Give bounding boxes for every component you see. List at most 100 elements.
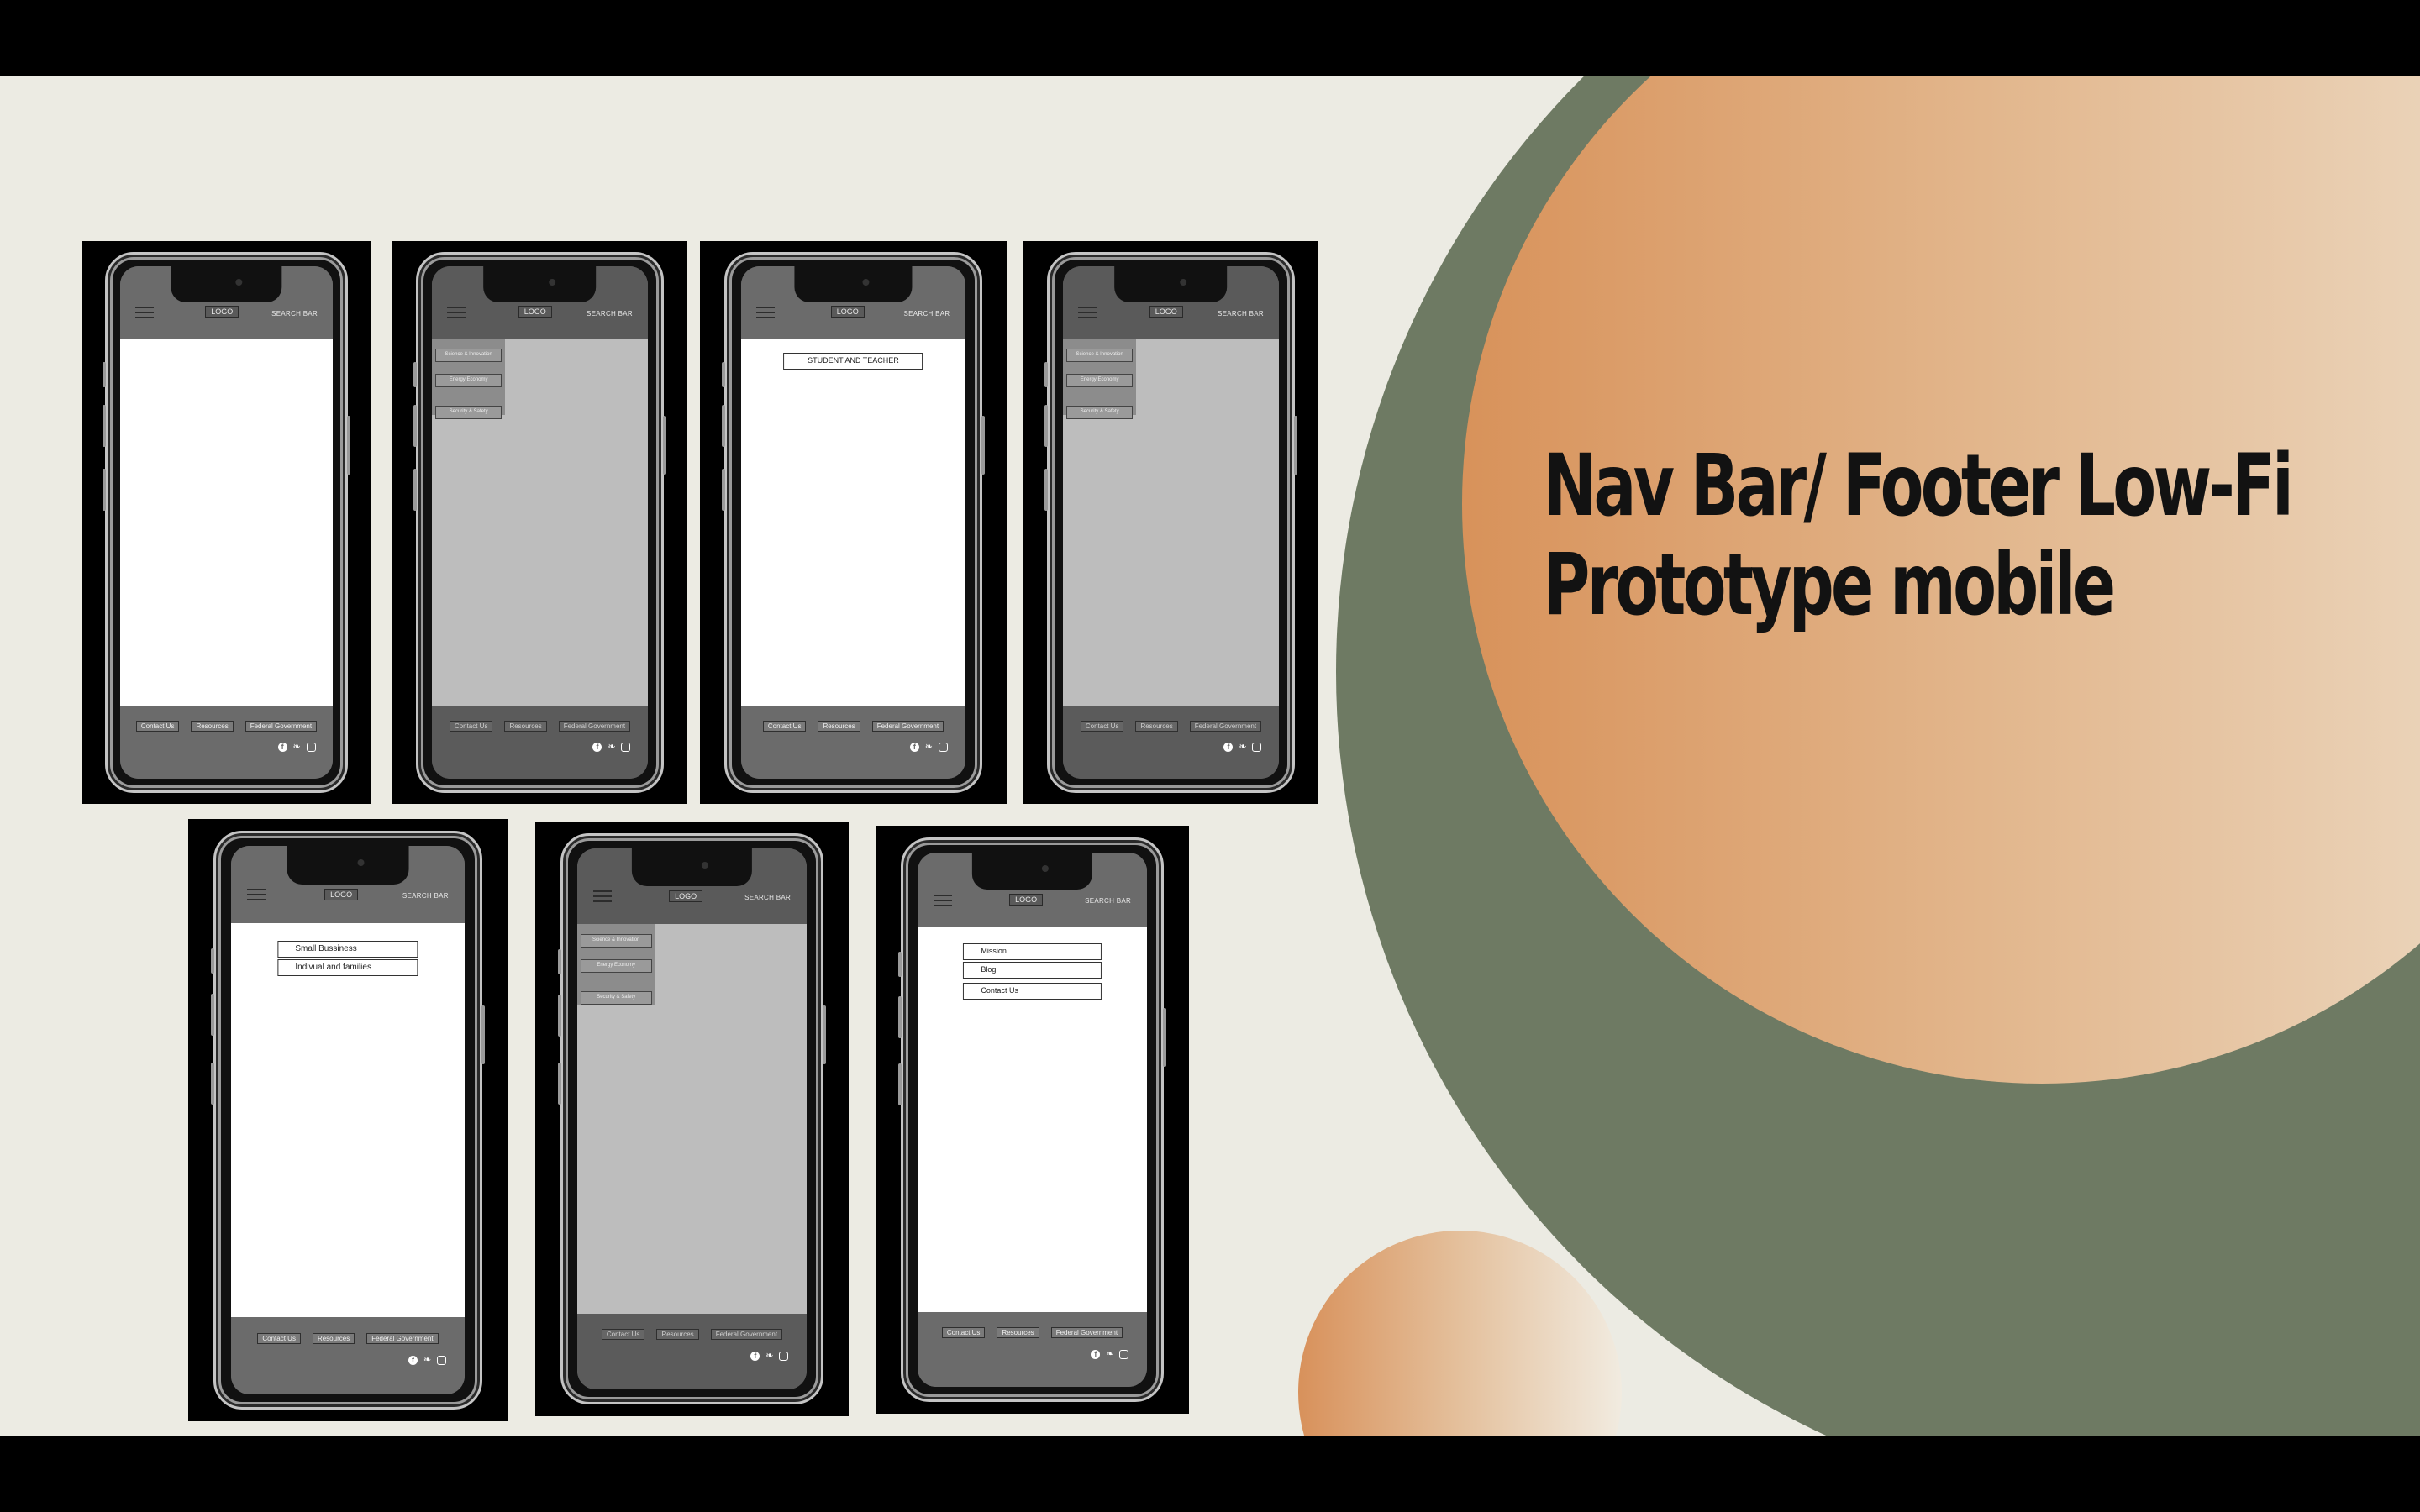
footer-link[interactable]: Resources [504,721,547,732]
twitter-icon[interactable]: ❧ [423,1355,432,1365]
drawer-menu-item[interactable]: Security & Safety [434,405,502,419]
facebook-icon[interactable]: f [1091,1349,1101,1359]
instagram-icon[interactable] [1119,1349,1129,1359]
facebook-icon[interactable]: f [750,1351,760,1361]
phone-side-button [413,404,418,447]
logo-placeholder[interactable]: LOGO [669,890,703,902]
drawer-menu-item[interactable]: Science & Innovation [1065,348,1134,362]
logo-placeholder[interactable]: LOGO [205,306,239,318]
social-icons: f ❧ [909,742,948,752]
footer-link[interactable]: Resources [312,1332,355,1344]
phone-side-button [897,1063,902,1106]
instagram-icon[interactable] [621,742,631,752]
hamburger-menu-icon[interactable] [933,894,952,906]
drawer-menu-item[interactable]: Science & Innovation [580,934,652,948]
logo-placeholder[interactable]: LOGO [1149,306,1183,318]
page-content [120,338,333,707]
search-bar-placeholder[interactable]: SEARCH BAR [744,894,791,901]
phone-notch [287,846,409,885]
logo-placeholder[interactable]: LOGO [518,306,552,318]
footer-link[interactable]: Contact Us [601,1328,645,1340]
social-icons: f ❧ [277,742,316,752]
footer-link[interactable]: Contact Us [135,721,180,732]
search-bar-placeholder[interactable]: SEARCH BAR [1218,310,1264,318]
instagram-icon[interactable] [779,1351,789,1361]
footer-link[interactable]: Federal Government [710,1328,783,1340]
slide-title-line-2: Prototype mobile [1544,535,2116,635]
search-bar-placeholder[interactable]: SEARCH BAR [587,310,633,318]
search-bar-placeholder[interactable]: SEARCH BAR [402,892,449,900]
facebook-icon[interactable]: f [592,742,602,752]
drawer-menu-item[interactable]: Security & Safety [1065,405,1134,419]
drawer-menu-item[interactable]: Science & Innovation [434,348,502,362]
footer-link[interactable]: Resources [997,1327,1039,1338]
logo-placeholder[interactable]: LOGO [324,888,359,900]
phone-side-button [557,994,561,1037]
phone-notch [972,852,1092,890]
phone-side-button [102,469,106,512]
submenu-button[interactable]: Indivual and families [277,959,418,977]
footer-link[interactable]: Contact Us [941,1327,986,1338]
submenu-button[interactable]: STUDENT AND TEACHER [783,353,923,370]
footer-link[interactable]: Federal Government [1189,721,1262,732]
footer-link[interactable]: Contact Us [762,721,807,732]
footer-link[interactable]: Contact Us [1080,721,1124,732]
footer-link[interactable]: Resources [1135,721,1178,732]
search-bar-placeholder[interactable]: SEARCH BAR [1085,897,1131,905]
drawer-menu-item[interactable]: Energy Economy [434,373,502,387]
drawer-menu-item[interactable]: Energy Economy [1065,373,1134,387]
footer-links: Contact Us Resources Federal Government [577,1328,808,1340]
twitter-icon[interactable]: ❧ [765,1351,774,1361]
hamburger-menu-icon[interactable] [1077,307,1097,319]
facebook-icon[interactable]: f [408,1355,418,1365]
phone-mockup-4: LOGO SEARCH BAR Science & Innovation Energy… [1023,241,1318,804]
instagram-icon[interactable] [437,1355,447,1365]
phone-screen: LOGO SEARCH BAR STUDENT AND TEACHER Contact… [740,266,966,779]
search-bar-placeholder[interactable]: SEARCH BAR [904,310,950,318]
hamburger-menu-icon[interactable] [247,889,266,901]
footer-link[interactable]: Contact Us [449,721,493,732]
twitter-icon[interactable]: ❧ [292,742,302,752]
logo-placeholder[interactable]: LOGO [1009,893,1044,906]
hamburger-menu-icon[interactable] [446,307,466,319]
twitter-icon[interactable]: ❧ [1105,1349,1114,1359]
footer-links: Contact Us Resources Federal Government [1063,721,1279,732]
submenu-button[interactable]: Mission [963,943,1102,961]
footer-link[interactable]: Resources [818,721,860,732]
drawer-menu-item[interactable]: Energy Economy [580,959,652,974]
footer-link[interactable]: Federal Government [1050,1327,1123,1338]
submenu-button[interactable]: Small Bussiness [277,941,418,958]
drawer-menu-item[interactable]: Security & Safety [580,991,652,1005]
footer-link[interactable]: Resources [656,1328,699,1340]
facebook-icon[interactable]: f [909,742,919,752]
facebook-icon[interactable]: f [277,742,287,752]
footer-link[interactable]: Contact Us [257,1332,301,1344]
footer-link[interactable]: Federal Government [558,721,631,732]
phone-notch [632,848,752,887]
phone-notch [794,266,913,303]
hamburger-menu-icon[interactable] [592,890,612,903]
twitter-icon[interactable]: ❧ [1238,742,1247,752]
footer-links: Contact Us Resources Federal Government [432,721,648,732]
instagram-icon[interactable] [938,742,948,752]
submenu-button[interactable]: Blog [963,962,1102,979]
footer-link[interactable]: Federal Government [871,721,944,732]
phone-side-button [102,404,106,447]
hamburger-menu-icon[interactable] [756,307,776,319]
logo-placeholder[interactable]: LOGO [830,306,865,318]
hamburger-menu-icon[interactable] [134,307,154,319]
phone-frame: LOGO SEARCH BAR Science & Innovation Energy… [413,252,666,793]
submenu-button[interactable]: Contact Us [963,982,1102,1000]
footer-link[interactable]: Resources [191,721,234,732]
search-bar-placeholder[interactable]: SEARCH BAR [271,310,318,318]
footer-link[interactable]: Federal Government [245,721,318,732]
twitter-icon[interactable]: ❧ [924,742,934,752]
phone-mockup-6: LOGO SEARCH BAR Science & Innovation Energy… [535,822,849,1416]
footer-link[interactable]: Federal Government [366,1332,439,1344]
instagram-icon[interactable] [306,742,316,752]
facebook-icon[interactable]: f [1223,742,1234,752]
twitter-icon[interactable]: ❧ [607,742,616,752]
instagram-icon[interactable] [1252,742,1262,752]
phone-mockup-7: LOGO SEARCH BAR Mission Blog Contact Us Conta… [876,826,1189,1414]
phone-side-button [722,469,726,512]
